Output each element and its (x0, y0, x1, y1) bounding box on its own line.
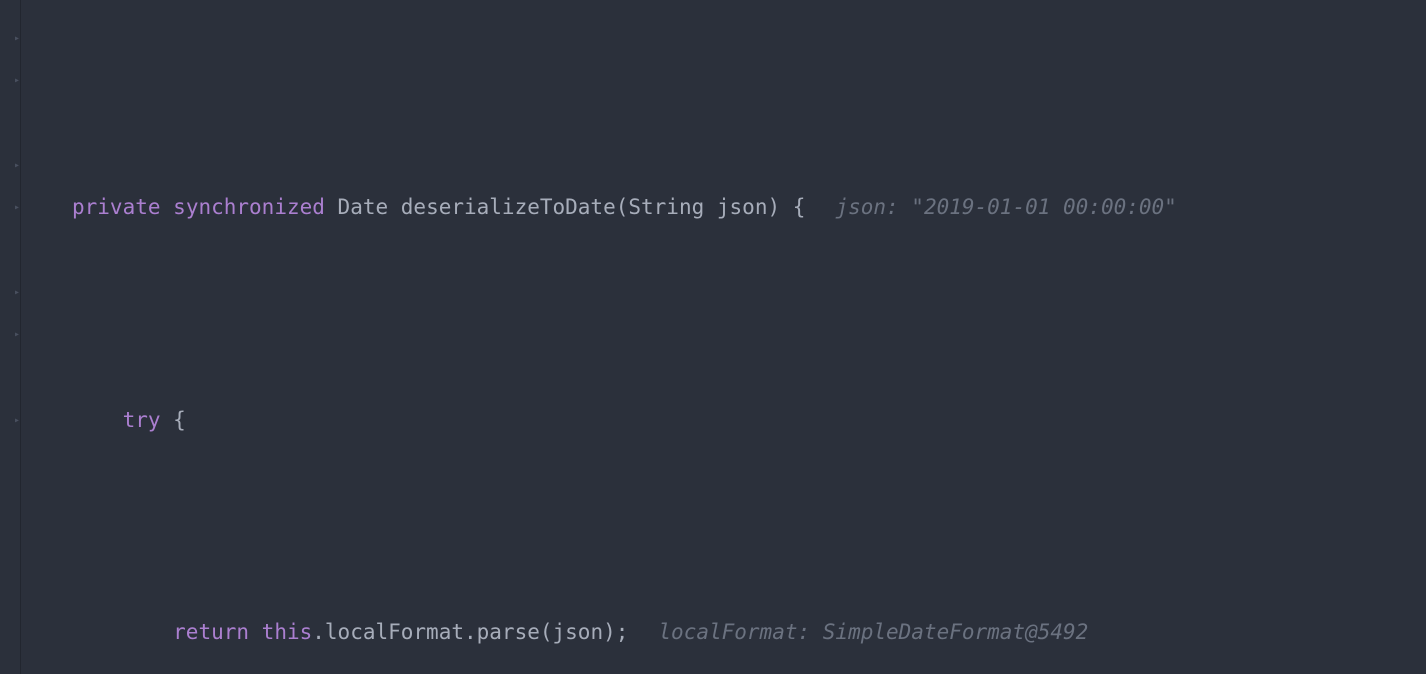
space (161, 195, 174, 219)
code-line[interactable]: return this.localFormat.parse(json);loca… (72, 611, 1426, 654)
dot: . (312, 620, 325, 644)
param-json: json (717, 195, 768, 219)
keyword-try: try (123, 408, 161, 432)
keyword-private: private (72, 195, 161, 219)
fold-marker[interactable]: ▸ (14, 290, 20, 296)
semi: ; (616, 620, 629, 644)
lbrace: { (793, 195, 806, 219)
arg-json: json (553, 620, 604, 644)
code-editor[interactable]: ▸ ▸ ▸ ▸ ▸ ▸ ▸ private synchronized Date … (0, 0, 1426, 674)
fold-marker[interactable]: ▸ (14, 163, 20, 169)
fold-marker[interactable]: ▸ (14, 36, 20, 42)
inlay-hint-label: json: (835, 195, 911, 219)
fold-marker[interactable]: ▸ (14, 205, 20, 211)
field-localformat: localFormat (325, 620, 464, 644)
fold-marker[interactable]: ▸ (14, 418, 20, 424)
dot: . (464, 620, 477, 644)
space (325, 195, 338, 219)
method-parse: parse (477, 620, 540, 644)
space (388, 195, 401, 219)
keyword-synchronized: synchronized (173, 195, 325, 219)
gutter: ▸ ▸ ▸ ▸ ▸ ▸ ▸ (0, 0, 21, 674)
code-line[interactable]: try { (72, 399, 1426, 442)
fold-marker[interactable]: ▸ (14, 332, 20, 338)
lbrace: { (173, 408, 186, 432)
inlay-hint-label: localFormat: (658, 620, 822, 644)
space (780, 195, 793, 219)
space (704, 195, 717, 219)
keyword-return: return (173, 620, 249, 644)
rparen: ) (767, 195, 780, 219)
keyword-this: this (262, 620, 313, 644)
fold-marker[interactable]: ▸ (14, 78, 20, 84)
space (249, 620, 262, 644)
rparen: ) (603, 620, 616, 644)
lparen: ( (616, 195, 629, 219)
code-area[interactable]: private synchronized Date deserializeToD… (0, 16, 1426, 674)
inlay-hint-value: SimpleDateFormat@5492 (823, 620, 1089, 644)
type-string: String (628, 195, 704, 219)
method-name: deserializeToDate (401, 195, 616, 219)
space (161, 408, 174, 432)
inlay-hint-value: "2019-01-01 00:00:00" (911, 195, 1177, 219)
lparen: ( (540, 620, 553, 644)
type-date: Date (338, 195, 389, 219)
code-line[interactable]: private synchronized Date deserializeToD… (72, 186, 1426, 229)
